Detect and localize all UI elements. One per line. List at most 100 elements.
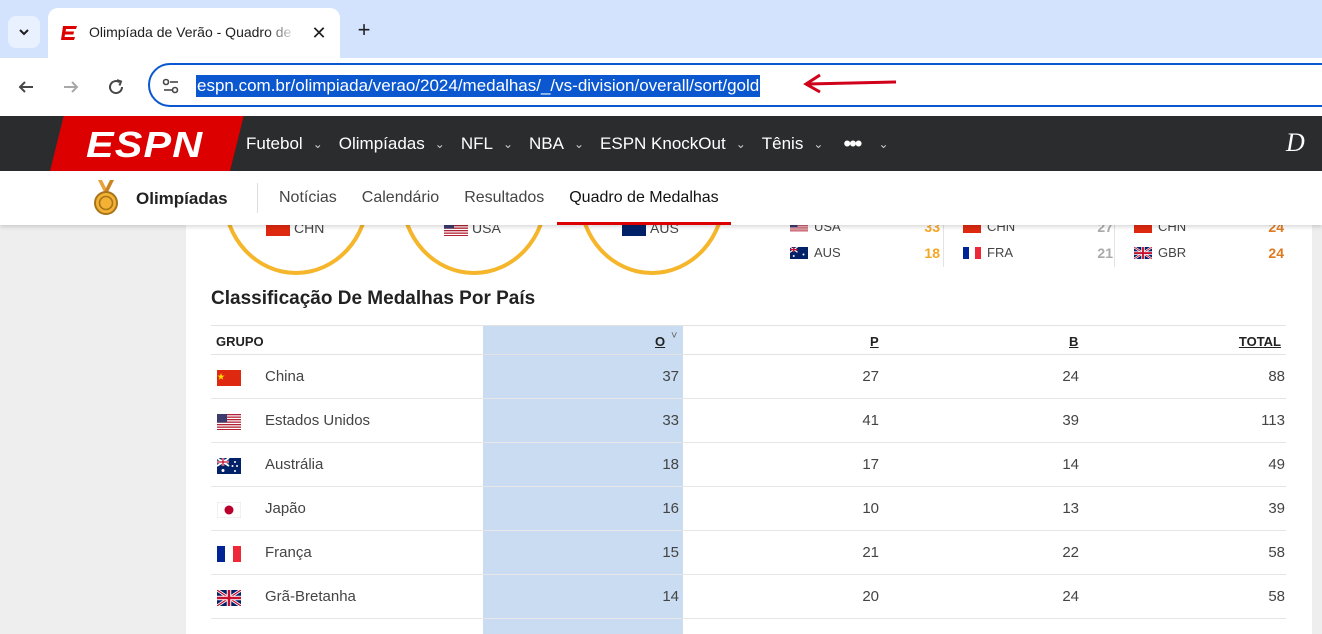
gold-count: 14 — [662, 588, 679, 605]
tab-search-button[interactable] — [8, 16, 40, 48]
mini-summary-row: USA 33 — [790, 225, 940, 236]
nav-item-nba[interactable]: NBA ⌄ — [529, 134, 584, 154]
mini-divider — [943, 225, 944, 267]
nav-item-label: Tênis — [761, 133, 804, 153]
mini-value: 27 — [1097, 225, 1113, 235]
site-settings-icon[interactable] — [160, 75, 182, 97]
silver-count: 17 — [862, 456, 879, 473]
tab-close-icon[interactable]: ✕ — [308, 22, 330, 44]
reload-icon — [109, 79, 124, 95]
mini-country-code: FRA — [987, 245, 1013, 260]
more-icon: ••• — [843, 130, 862, 156]
circle-label: USA — [444, 225, 501, 236]
nav-item-label: Olimpíadas — [338, 133, 425, 153]
mini-country-code: USA — [814, 225, 841, 234]
mini-country-code: CHN — [987, 225, 1016, 234]
flag-aus-icon — [622, 225, 646, 236]
subnav-link-calendario[interactable]: Calendário — [362, 171, 439, 225]
nav-item-tenis[interactable]: Tênis ⌄ — [762, 134, 824, 154]
table-row: Estados Unidos 33 41 39 113 — [211, 399, 1286, 443]
subnav-divider — [257, 183, 258, 213]
mini-country-code: CHN — [1158, 225, 1187, 234]
bronze-count: 39 — [1062, 412, 1079, 429]
chevron-down-icon: ⌄ — [573, 136, 585, 151]
nav-item-futebol[interactable]: Futebol ⌄ — [246, 134, 323, 154]
arrow-left-icon — [18, 81, 33, 93]
address-bar[interactable]: espn.com.br/olimpiada/verao/2024/medalha… — [148, 63, 1322, 107]
gold-count: 15 — [662, 544, 679, 561]
tab-title: Olimpíada de Verão - Quadro de Medalhas — [89, 24, 297, 40]
medal-icon — [94, 180, 118, 215]
country-link[interactable]: Austrália — [265, 456, 323, 473]
espn-main-nav: ESPN Futebol ⌄ Olimpíadas ⌄ NFL ⌄ NBA ⌄ ESPN… — [0, 116, 1322, 171]
circle-country-code: CHN — [294, 225, 325, 236]
circle-label: AUS — [622, 225, 679, 236]
subnav-link-resultados[interactable]: Resultados — [464, 171, 544, 225]
flag-usa-icon — [790, 225, 814, 237]
silver-count: 21 — [862, 544, 879, 561]
flag-fra-icon — [963, 247, 987, 263]
header-total-sort[interactable]: TOTAL — [1239, 334, 1281, 349]
nav-item-nfl[interactable]: NFL ⌄ — [461, 134, 513, 154]
silver-count: 27 — [862, 368, 879, 385]
header-bronze-sort[interactable]: B — [1069, 334, 1078, 349]
mini-value: 24 — [1268, 225, 1284, 235]
url-text[interactable]: espn.com.br/olimpiada/verao/2024/medalha… — [196, 75, 761, 97]
subnav-link-quadro-de-medalhas[interactable]: Quadro de Medalhas — [557, 171, 732, 225]
espn-favicon-icon — [61, 26, 77, 40]
nav-item-label: NFL — [460, 133, 493, 153]
gold-count: 37 — [662, 368, 679, 385]
subnav-title[interactable]: Olimpíadas — [136, 189, 228, 209]
chevron-down-icon: ⌄ — [434, 136, 445, 151]
disney-logo-icon[interactable]: D — [1286, 128, 1322, 162]
flag-chn-icon — [217, 370, 241, 386]
country-link[interactable]: França — [265, 544, 312, 561]
mini-summary-row: CHN 24 — [1134, 225, 1284, 236]
mini-value: 33 — [924, 225, 940, 235]
flag-chn-icon — [266, 225, 290, 236]
flag-gbr-icon — [217, 590, 241, 606]
mini-country-code: AUS — [814, 245, 841, 260]
flag-chn-icon — [1134, 225, 1158, 237]
flag-fra-icon — [217, 546, 241, 562]
mini-divider — [1114, 225, 1115, 267]
espn-logo[interactable]: ESPN — [86, 124, 203, 166]
circle-label: CHN — [266, 225, 324, 236]
subnav-link-noticias[interactable]: Notícias — [279, 171, 337, 225]
new-tab-button[interactable]: + — [352, 17, 376, 42]
reload-button[interactable] — [101, 72, 131, 102]
silver-count: 10 — [862, 500, 879, 517]
medal-table: GRUPO O ˅ P B TOTAL China 37 27 24 88 Es… — [211, 325, 1286, 619]
browser-toolbar: espn.com.br/olimpiada/verao/2024/medalha… — [0, 58, 1322, 116]
back-button[interactable] — [11, 72, 41, 102]
country-link[interactable]: China — [265, 368, 304, 385]
header-silver-sort[interactable]: P — [870, 334, 879, 349]
silver-count: 20 — [862, 588, 879, 605]
country-link[interactable]: Japão — [265, 500, 306, 517]
bronze-count: 22 — [1062, 544, 1079, 561]
table-row: Japão 16 10 13 39 — [211, 487, 1286, 531]
chevron-down-icon: ⌄ — [735, 136, 746, 151]
total-count: 39 — [1268, 500, 1285, 517]
silver-count: 41 — [862, 412, 879, 429]
table-row: China 37 27 24 88 — [211, 355, 1286, 399]
section-title: Classificação De Medalhas Por País — [211, 288, 536, 309]
mini-country-code: GBR — [1158, 245, 1187, 260]
nav-item-espn-knockout[interactable]: ESPN KnockOut ⌄ — [600, 134, 746, 154]
forward-button[interactable] — [56, 72, 86, 102]
table-row: França 15 21 22 58 — [211, 531, 1286, 575]
chevron-down-icon: ⌄ — [878, 136, 889, 151]
country-link[interactable]: Estados Unidos — [265, 412, 370, 429]
table-row: Grã-Bretanha 14 20 24 58 — [211, 575, 1286, 619]
header-gold-sort[interactable]: O — [655, 334, 665, 349]
chevron-down-icon: ⌄ — [502, 136, 513, 151]
nav-item-olimpiadas[interactable]: Olimpíadas ⌄ — [339, 134, 445, 154]
bronze-count: 14 — [1062, 456, 1079, 473]
flag-gbr-icon — [1134, 247, 1158, 263]
nav-item-label: NBA — [529, 133, 564, 153]
country-link[interactable]: Grã-Bretanha — [265, 588, 356, 605]
mini-summary-row: GBR 24 — [1134, 244, 1284, 262]
browser-tab-active[interactable]: Olimpíada de Verão - Quadro de Medalhas … — [48, 8, 340, 58]
bronze-count: 24 — [1062, 368, 1079, 385]
nav-more-button[interactable]: ••• ⌄ — [843, 131, 888, 157]
